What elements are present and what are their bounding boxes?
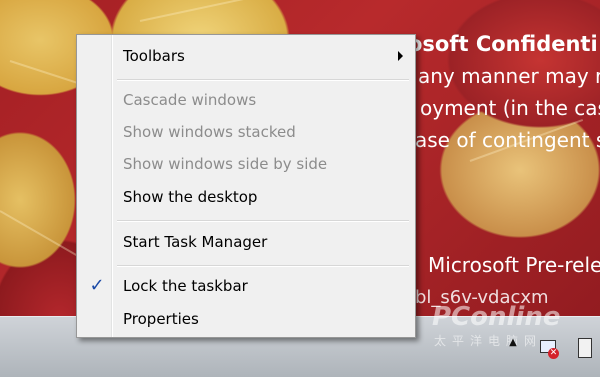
background-text-line: osoft Confidenti bbox=[408, 32, 598, 56]
menu-separator bbox=[117, 265, 409, 267]
taskbar-context-menu: Toolbars Cascade windows Show windows st… bbox=[76, 34, 416, 338]
background-text-line: any manner may re bbox=[418, 64, 600, 88]
menu-item-label: Show the desktop bbox=[123, 188, 258, 206]
error-badge-icon: ✕ bbox=[548, 348, 559, 359]
background-text-line: Microsoft Pre-rele bbox=[428, 253, 600, 277]
menu-item-label: Show windows stacked bbox=[123, 123, 296, 141]
menu-item-label: Cascade windows bbox=[123, 91, 257, 109]
power-plug-icon[interactable] bbox=[576, 336, 592, 360]
plug-body bbox=[578, 338, 592, 358]
watermark-logo: PConline bbox=[432, 302, 561, 332]
chevron-up-icon[interactable]: ▲ bbox=[508, 338, 518, 348]
menu-item-label: Lock the taskbar bbox=[123, 277, 248, 295]
menu-item-label: Start Task Manager bbox=[123, 233, 268, 251]
background-text-line: oyment (in the case bbox=[420, 96, 600, 120]
submenu-arrow-icon bbox=[398, 51, 403, 61]
checkmark-icon: ✓ bbox=[89, 275, 105, 296]
menu-item-properties[interactable]: Properties bbox=[79, 306, 413, 332]
menu-separator bbox=[117, 79, 409, 81]
menu-separator bbox=[117, 220, 409, 222]
menu-item-label: Properties bbox=[123, 310, 199, 328]
menu-item-cascade-windows: Cascade windows bbox=[79, 87, 413, 113]
menu-item-show-the-desktop[interactable]: Show the desktop bbox=[79, 184, 413, 210]
menu-item-toolbars[interactable]: Toolbars bbox=[79, 43, 413, 69]
watermark-subtitle: 太平洋电脑网 bbox=[434, 334, 543, 348]
background-text-line: ase of contingent s bbox=[415, 128, 600, 152]
menu-item-show-windows-stacked: Show windows stacked bbox=[79, 119, 413, 145]
network-disconnected-icon[interactable]: ✕ bbox=[538, 338, 559, 360]
menu-item-label: Toolbars bbox=[123, 47, 185, 65]
menu-item-lock-the-taskbar[interactable]: ✓ Lock the taskbar bbox=[79, 273, 413, 299]
menu-item-show-windows-side-by-side: Show windows side by side bbox=[79, 151, 413, 177]
menu-item-label: Show windows side by side bbox=[123, 155, 328, 173]
menu-item-start-task-manager[interactable]: Start Task Manager bbox=[79, 229, 413, 255]
